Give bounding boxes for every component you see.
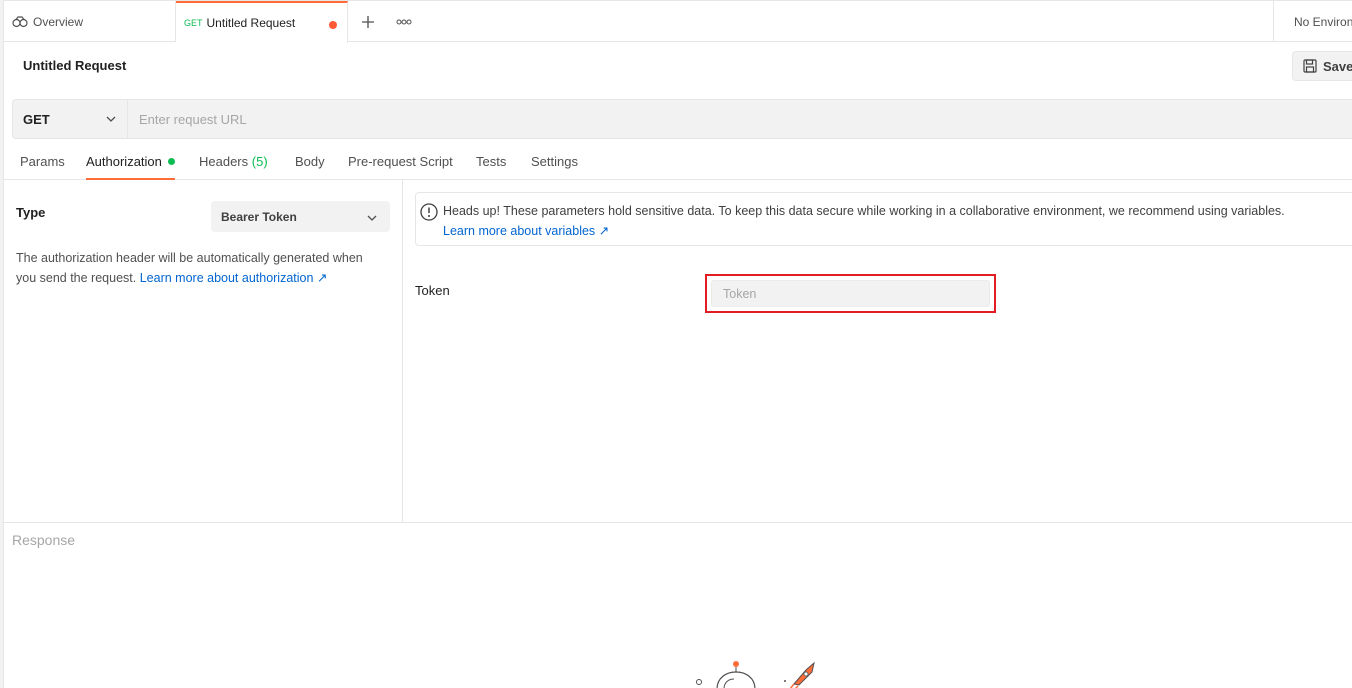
save-icon: [1303, 59, 1317, 73]
sensitive-data-notice: Heads up! These parameters hold sensitiv…: [415, 192, 1352, 246]
tab-headers[interactable]: Headers (5): [199, 154, 268, 180]
unsaved-indicator: [329, 21, 337, 29]
tab-authorization-label: Authorization: [86, 154, 162, 169]
notice-text: Heads up! These parameters hold sensitiv…: [443, 204, 1285, 218]
method-value: GET: [23, 111, 50, 127]
chevron-down-icon: [106, 116, 116, 122]
info-icon: [420, 203, 438, 221]
plus-icon: [362, 16, 374, 28]
chevron-down-icon: [367, 215, 377, 221]
auth-description: The authorization header will be automat…: [16, 248, 386, 288]
tab-overview-label: Overview: [33, 14, 84, 29]
ellipsis-icon: [396, 19, 412, 25]
response-pane: Response: [4, 522, 1352, 688]
token-label: Token: [415, 283, 450, 298]
auth-type-pane: Type Bearer Token The authorization head…: [4, 180, 403, 522]
new-tab-button[interactable]: [356, 11, 380, 33]
auth-type-select[interactable]: Bearer Token: [211, 201, 390, 232]
url-bar: GET: [12, 99, 1352, 139]
tab-request-label: Untitled Request: [206, 16, 296, 30]
request-title[interactable]: Untitled Request: [23, 58, 126, 73]
request-subtabs: Params Authorization Headers (5) Body Pr…: [4, 150, 1352, 180]
tab-tests[interactable]: Tests: [476, 154, 506, 180]
tab-settings[interactable]: Settings: [531, 154, 578, 180]
astronaut-rocket-illustration: [696, 661, 815, 688]
tab-bar: Overview GET Untitled Request No Environ…: [4, 0, 1352, 43]
save-button-label: Save: [1323, 58, 1352, 74]
learn-more-variables-link[interactable]: Learn more about variables ↗: [443, 223, 609, 238]
environment-selector[interactable]: No Environment: [1273, 1, 1352, 42]
environment-label: No Environment: [1294, 14, 1352, 29]
learn-more-authorization-link[interactable]: Learn more about authorization ↗: [140, 271, 328, 285]
tab-params[interactable]: Params: [20, 154, 65, 180]
save-button[interactable]: Save: [1292, 51, 1352, 81]
auth-active-indicator: [167, 158, 175, 165]
tab-overview[interactable]: Overview: [4, 1, 176, 42]
auth-type-label: Type: [16, 205, 46, 220]
auth-type-value: Bearer Token: [221, 209, 297, 224]
tab-prerequest-script[interactable]: Pre-request Script: [348, 154, 453, 180]
method-select[interactable]: GET: [13, 100, 128, 138]
more-tabs-button[interactable]: [392, 11, 416, 33]
tab-authorization[interactable]: Authorization: [86, 154, 175, 180]
url-input[interactable]: [129, 100, 1349, 138]
headers-count: (5): [251, 154, 268, 169]
tab-body[interactable]: Body: [295, 154, 325, 180]
token-highlight-box: [705, 274, 996, 313]
tab-headers-label: Headers: [199, 154, 249, 169]
token-input[interactable]: [711, 280, 990, 307]
overview-icon: [12, 15, 28, 27]
tab-method-badge: GET: [184, 18, 203, 28]
response-label: Response: [12, 532, 76, 548]
tab-untitled-request[interactable]: GET Untitled Request: [176, 1, 348, 43]
